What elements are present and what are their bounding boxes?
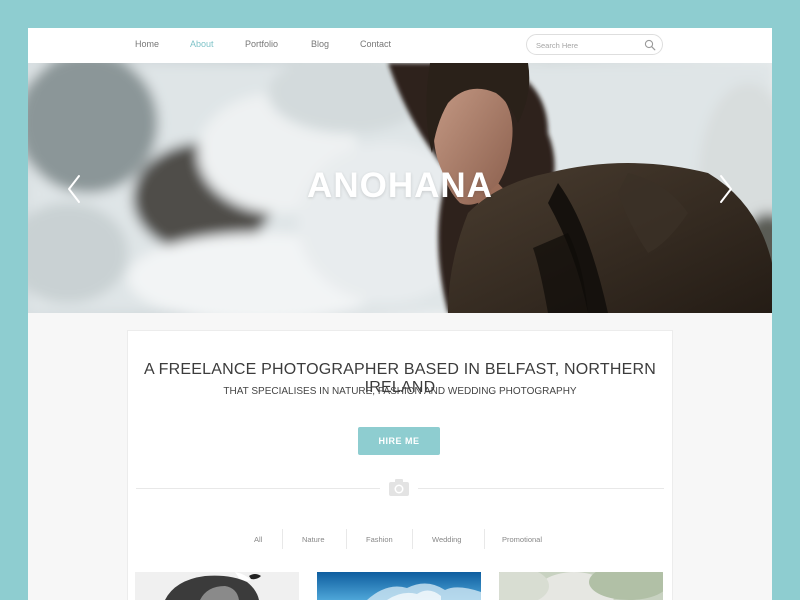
divider-line-left [136,488,380,489]
portfolio-thumbnail[interactable] [317,572,481,600]
portfolio-image [317,572,481,600]
divider-line-right [418,488,664,489]
search-input[interactable] [536,38,636,52]
top-navigation: Home About Portfolio Blog Contact [28,28,772,63]
search-box [526,34,663,55]
filter-nature[interactable]: Nature [302,535,325,544]
portfolio-thumbnail[interactable] [135,572,299,600]
intro-subheadline: THAT SPECIALISES IN NATURE, FASHION AND … [223,386,577,397]
filter-separator [282,529,283,549]
nav-portfolio[interactable]: Portfolio [245,39,278,49]
portfolio-thumbnail[interactable] [499,572,663,600]
nav-contact[interactable]: Contact [360,39,391,49]
hero-title: ANOHANA [307,166,493,205]
page-frame: Home About Portfolio Blog Contact Search… [28,28,772,600]
portfolio-image [135,572,299,600]
filter-promotional[interactable]: Promotional [502,535,542,544]
filter-separator [484,529,485,549]
filter-fashion[interactable]: Fashion [366,535,393,544]
filter-all[interactable]: All [254,535,262,544]
portfolio-image [499,572,663,600]
chevron-left-icon[interactable] [66,174,82,204]
hero-slider: ANOHANA [28,63,772,313]
chevron-right-icon[interactable] [718,174,734,204]
nav-blog[interactable]: Blog [311,39,329,49]
nav-about[interactable]: About [190,39,214,49]
intro-card: A FREELANCE PHOTOGRAPHER BASED IN BELFAS… [127,330,673,600]
nav-home[interactable]: Home [135,39,159,49]
filter-separator [412,529,413,549]
filter-separator [346,529,347,549]
search-icon[interactable] [644,39,656,51]
hire-me-button[interactable]: HIRE ME [358,427,440,455]
camera-icon [389,479,409,496]
filter-wedding[interactable]: Wedding [432,535,461,544]
